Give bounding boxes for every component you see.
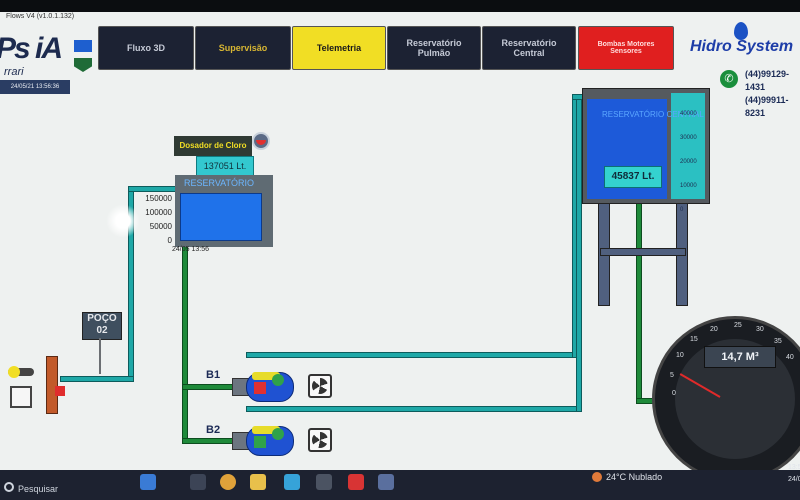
clock-time: 13:56 [788, 464, 800, 471]
gauge-tick: 35 [774, 338, 782, 345]
scale-tick: 0 [167, 236, 172, 245]
whatsapp-icon: ✆ [720, 70, 738, 88]
pump-b1-discharge [246, 352, 578, 358]
logo-main-text: Ps iA [0, 32, 63, 65]
well-status-indicator [55, 386, 65, 396]
scale-tick: 100000 [145, 208, 172, 217]
pump-b1-suction [182, 384, 238, 390]
app-icon[interactable] [348, 474, 364, 490]
central-outlet-pipe [636, 200, 642, 404]
poco-number: 02 [96, 325, 108, 336]
phone-1: (44)99129-1431 [745, 69, 790, 92]
gauge-tick: 20 [710, 326, 718, 333]
gauge-tick: 10 [676, 352, 684, 359]
logo-sub-text: rrari [4, 66, 24, 78]
gauge-tick: 5 [670, 372, 674, 379]
app-icon[interactable] [316, 474, 332, 490]
central-scale: 40000 30000 20000 10000 0 [680, 102, 697, 222]
pump-status-dot [272, 428, 284, 440]
tank-brace [600, 248, 686, 256]
pump-b1-label: B1 [206, 369, 221, 381]
reservoir-tank[interactable] [180, 193, 262, 241]
folder-icon[interactable] [250, 474, 266, 490]
gauge-tick: 40 [786, 354, 794, 361]
scale-tick: 40000 [680, 111, 697, 117]
reservoir-scale: 150000 100000 50000 0 [138, 192, 172, 248]
scale-tick: 10000 [680, 183, 697, 189]
gauge-tick: 15 [690, 336, 698, 343]
weather-status[interactable]: 24°C Nublado [606, 472, 662, 482]
suction-pipe [182, 244, 188, 442]
flow-meter-value: 14,7 M³ [704, 346, 776, 368]
pump-b2-label: B2 [206, 424, 221, 436]
pump-b1-fan-icon[interactable] [308, 374, 332, 398]
app-icon[interactable] [284, 474, 300, 490]
nav-button-telemetria[interactable]: Telemetria [292, 26, 386, 70]
pump-b2[interactable] [232, 424, 294, 456]
task-view-icon[interactable] [190, 474, 206, 490]
pump-b2-discharge [246, 406, 582, 412]
hidro-system-logo: Hidro System [690, 38, 794, 55]
chlorine-gauge-icon[interactable] [252, 132, 270, 150]
pump-status-dot [272, 374, 284, 386]
well-fan-icon[interactable] [10, 386, 32, 408]
scale-tick: 150000 [145, 194, 172, 203]
pump-status-square [254, 436, 266, 448]
phone-2: (44)99911-8231 [745, 95, 789, 118]
reservoir-value: 137051 Lt. [196, 156, 254, 176]
poco-title: POÇO [87, 313, 117, 324]
scale-tick: 30000 [680, 135, 697, 141]
dosador-cloro-label: Dosador de Cloro [174, 136, 252, 156]
app-icon[interactable] [140, 474, 156, 490]
gauge-tick: 0 [672, 390, 676, 397]
chrome-icon[interactable] [220, 474, 236, 490]
nav-button-bombas-motores-sensores[interactable]: Bombas Motores Sensores [578, 26, 674, 70]
poco-stem [99, 338, 101, 374]
pump-b1[interactable] [232, 370, 294, 402]
pump-status-square [254, 382, 266, 394]
pump-b2-suction [182, 438, 238, 444]
flag-icon [74, 40, 92, 52]
gauge-tick: 25 [734, 322, 742, 329]
scale-tick: 50000 [149, 222, 172, 231]
central-reservoir-value: 45837 Lt. [604, 166, 662, 188]
well-outlet-pipe [60, 376, 134, 382]
scale-tick: 20000 [680, 159, 697, 165]
pump-b2-fan-icon[interactable] [308, 428, 332, 452]
weather-icon [592, 472, 602, 482]
glare [106, 204, 140, 238]
poco-label[interactable]: POÇO 02 [82, 312, 122, 340]
reservoir-timestamp: 24/05 13:56 [172, 246, 209, 253]
nav-button-supervisao[interactable]: Supervisão [195, 26, 291, 70]
window-title: Flows V4 (v1.0.1.132) [6, 13, 75, 20]
reservoir-label: RESERVATÓRIO [184, 178, 255, 188]
datetime-box: 24/05/21 13:56:36 [0, 80, 70, 94]
nav-button-fluxo-3d[interactable]: Fluxo 3D [98, 26, 194, 70]
taskbar-search[interactable]: Pesquisar [18, 484, 58, 494]
gauge-tick: 30 [756, 326, 764, 333]
scale-tick: 0 [680, 207, 684, 213]
well-pipe [46, 356, 58, 414]
system-clock[interactable]: 13:56 24/05/2021 [788, 462, 800, 486]
well-toggle[interactable] [8, 366, 34, 378]
clock-date: 24/05/2021 [788, 476, 800, 483]
taskbar [0, 470, 800, 500]
phone-numbers: (44)99129-1431 (44)99911-8231 [745, 68, 800, 120]
search-icon[interactable] [4, 482, 14, 492]
nav-button-reservatorio-pulmao[interactable]: Reservatório Pulmão [387, 26, 481, 70]
calculator-icon[interactable] [378, 474, 394, 490]
nav-button-reservatorio-central[interactable]: Reservatório Central [482, 26, 576, 70]
